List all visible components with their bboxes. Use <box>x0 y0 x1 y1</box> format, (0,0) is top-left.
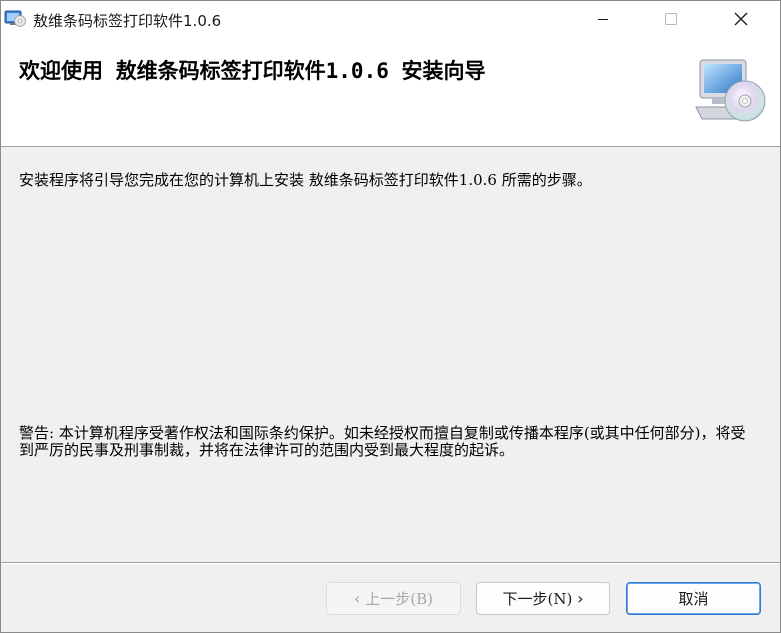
title-bar[interactable]: 敖维条码标签打印软件1.0.6 <box>1 1 780 37</box>
cancel-button[interactable]: 取消 <box>626 582 761 615</box>
footer-divider <box>1 562 780 564</box>
window-title: 敖维条码标签打印软件1.0.6 <box>33 12 222 30</box>
copyright-warning: 警告: 本计算机程序受著作权法和国际条约保护。如未经授权而擅自复制或传播本程序(… <box>19 424 746 459</box>
chevron-left-icon: ‹ <box>354 589 361 608</box>
next-button[interactable]: 下一步(N) › <box>476 582 610 615</box>
close-button[interactable] <box>718 1 764 37</box>
installer-app-icon <box>4 10 26 28</box>
computer-cd-icon <box>694 57 768 125</box>
back-button-label: 上一步(B) <box>365 590 433 608</box>
header-banner: 欢迎使用 敖维条码标签打印软件1.0.6 安装向导 <box>1 37 780 147</box>
chevron-right-icon: › <box>577 589 584 608</box>
maximize-icon <box>665 13 677 25</box>
next-button-label: 下一步(N) <box>502 590 573 608</box>
cancel-button-label: 取消 <box>678 590 709 608</box>
minimize-icon <box>598 19 608 20</box>
minimize-button[interactable] <box>580 1 626 37</box>
close-icon <box>734 12 748 26</box>
back-button[interactable]: ‹ 上一步(B) <box>326 582 461 615</box>
page-title: 欢迎使用 敖维条码标签打印软件1.0.6 安装向导 <box>19 59 486 83</box>
installer-window: 敖维条码标签打印软件1.0.6 欢迎使用 敖维条码标签打印软件1.0.6 安装向… <box>0 0 781 633</box>
maximize-button[interactable] <box>648 1 694 37</box>
intro-text: 安装程序将引导您完成在您的计算机上安装 敖维条码标签打印软件1.0.6 所需的步… <box>19 171 592 189</box>
